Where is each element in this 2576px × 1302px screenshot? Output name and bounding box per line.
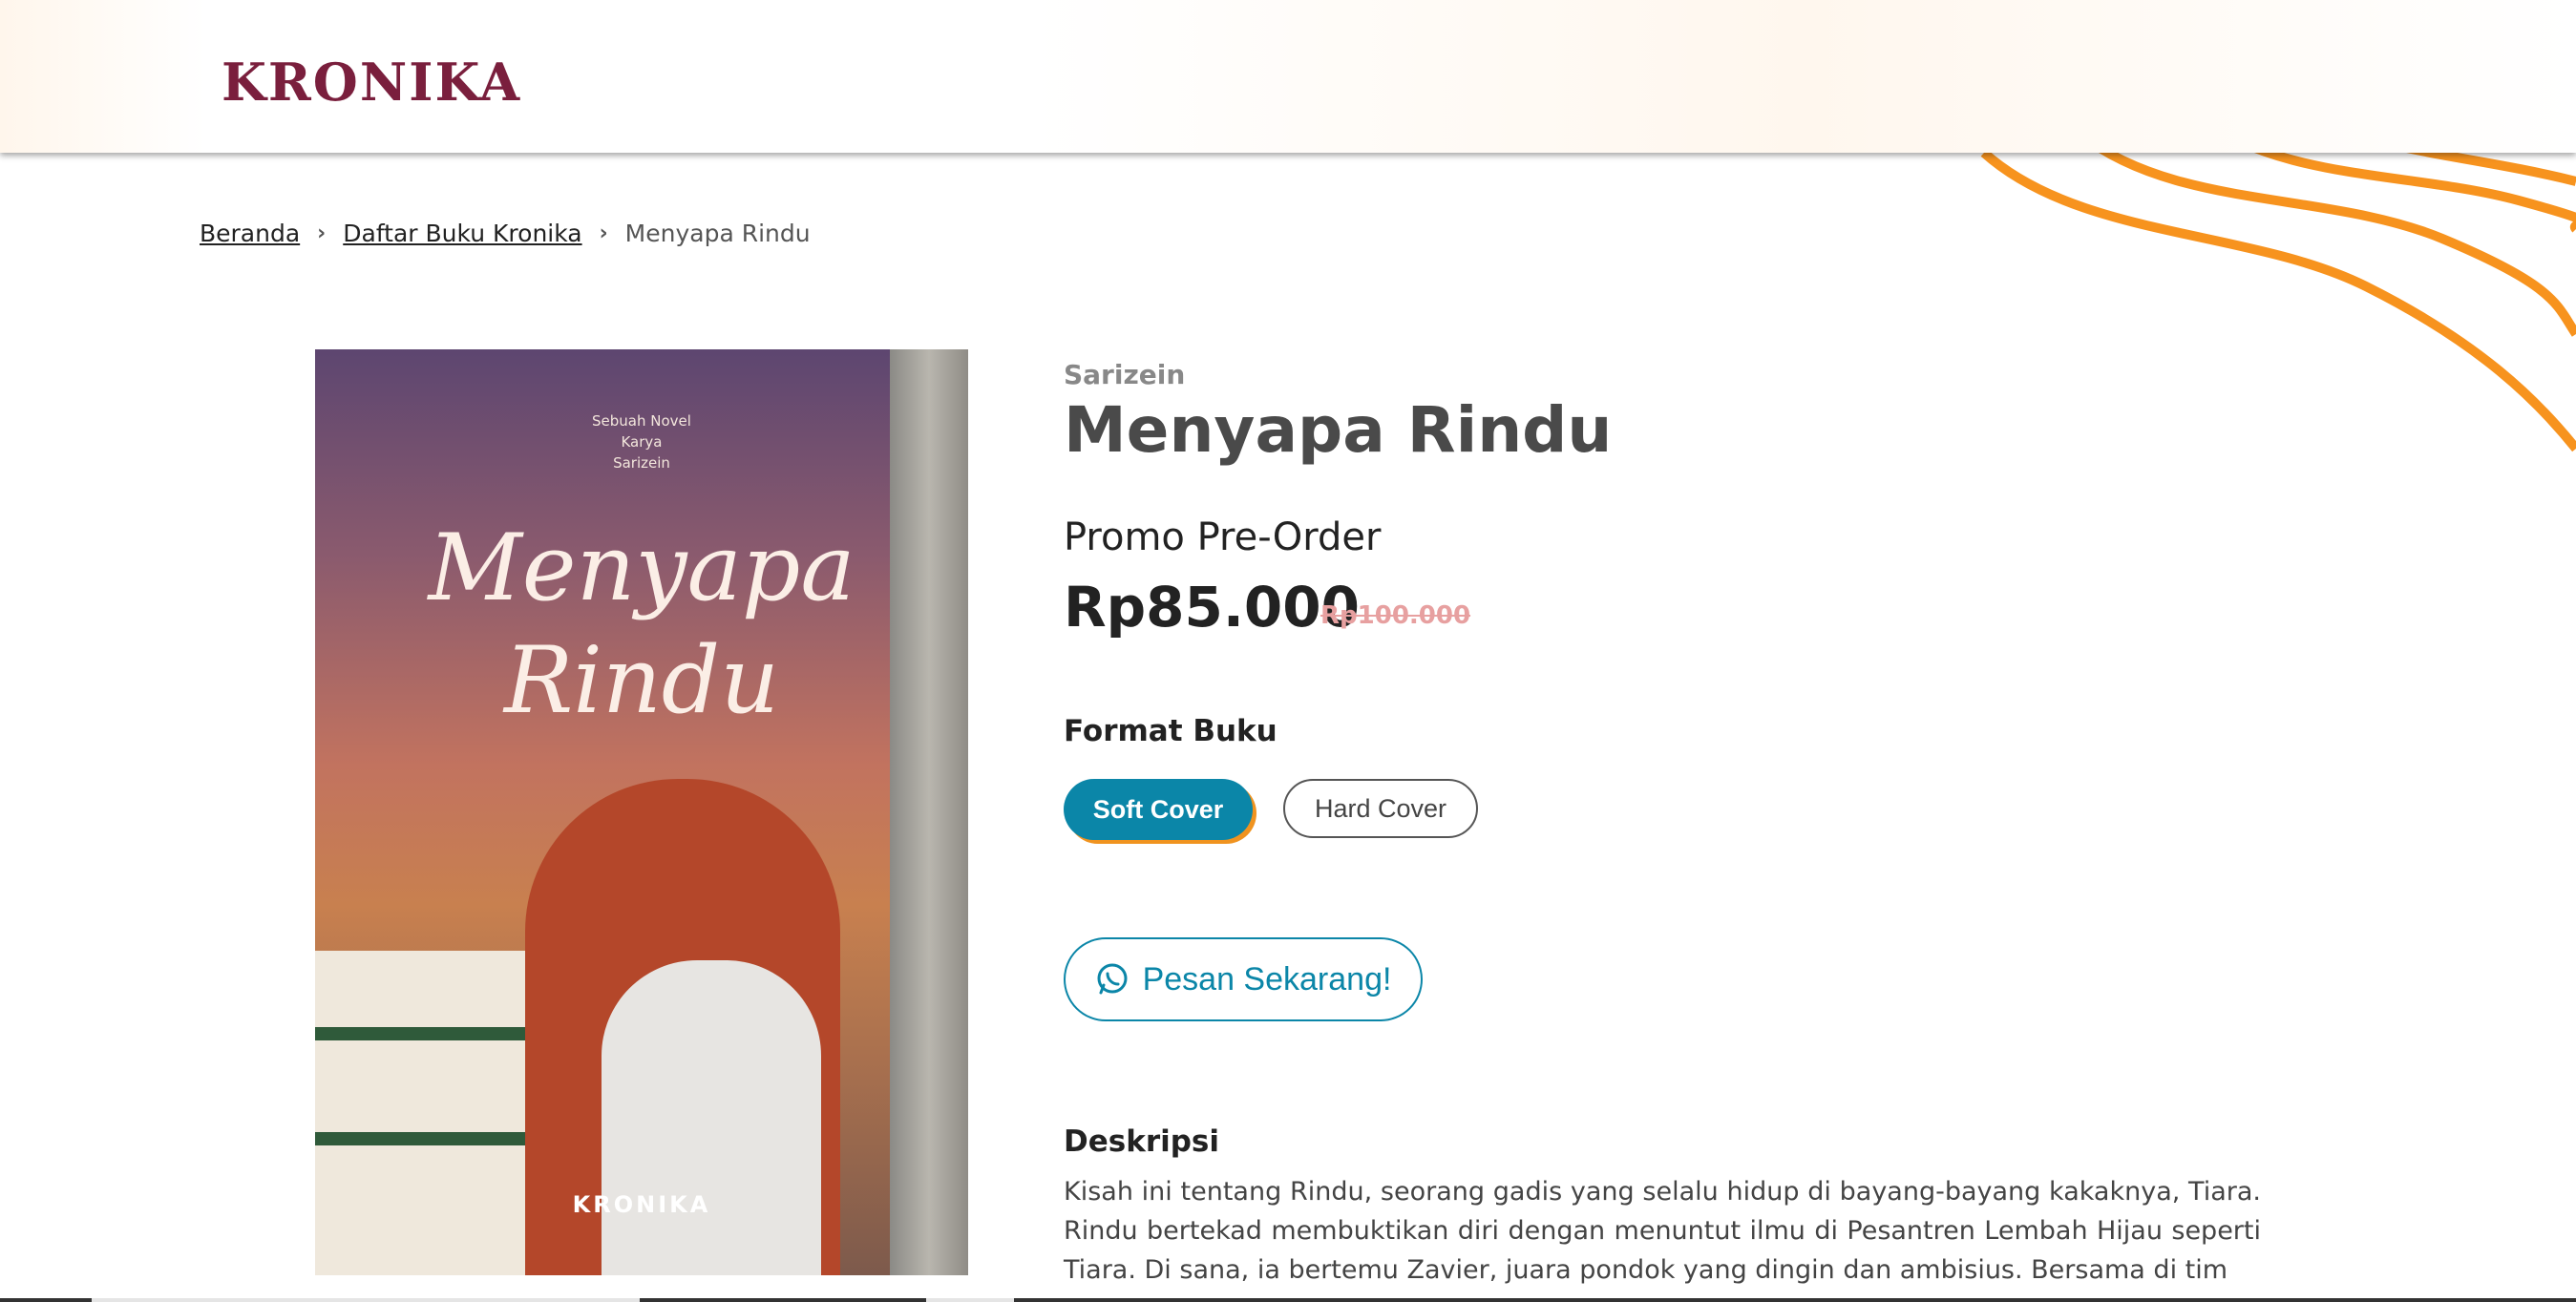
order-now-button[interactable]: Pesan Sekarang!: [1064, 937, 1423, 1021]
kronika-logo[interactable]: KRONIKA: [222, 52, 521, 113]
chevron-right-icon: ›: [599, 221, 608, 245]
page-bottom-edge: [0, 1298, 2576, 1302]
format-soft-cover-button[interactable]: Soft Cover: [1064, 779, 1253, 840]
book-cover-image: Sebuah Novel Karya Sarizein Menyapa Rind…: [315, 349, 968, 1275]
cover-wall-illustration: [890, 349, 968, 1275]
format-label: Format Buku: [1064, 714, 1277, 748]
site-header: KRONIKA: [0, 0, 2576, 153]
current-price: Rp85.000: [1064, 575, 1360, 640]
cover-tagline: Sebuah Novel Karya Sarizein: [592, 412, 691, 472]
cover-shirt-illustration: [602, 960, 821, 1275]
cover-publisher-logo: KRONIKA: [572, 1191, 711, 1218]
whatsapp-icon: [1097, 963, 1128, 995]
book-author: Sarizein: [1064, 359, 1186, 390]
order-now-label: Pesan Sekarang!: [1142, 960, 1392, 998]
original-price: Rp100.000: [1320, 601, 1471, 630]
format-hard-cover-button[interactable]: Hard Cover: [1283, 779, 1478, 838]
book-title: Menyapa Rindu: [1064, 393, 1613, 467]
promo-label: Promo Pre-Order: [1064, 515, 1382, 559]
chevron-right-icon: ›: [317, 221, 327, 245]
description-text: Kisah ini tentang Rindu, seorang gadis y…: [1064, 1177, 2261, 1285]
description-heading: Deskripsi: [1064, 1124, 1220, 1159]
breadcrumb: Beranda › Daftar Buku Kronika › Menyapa …: [200, 220, 811, 247]
breadcrumb-current: Menyapa Rindu: [624, 220, 811, 247]
breadcrumb-home-link[interactable]: Beranda: [200, 220, 300, 247]
breadcrumb-list-link[interactable]: Daftar Buku Kronika: [343, 220, 581, 247]
cover-title: Menyapa Rindu: [428, 514, 855, 734]
